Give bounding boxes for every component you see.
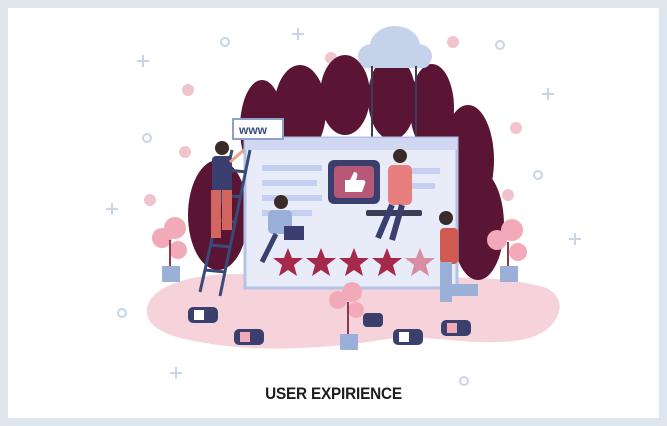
circle-icon [142, 133, 152, 143]
like-icon [234, 329, 264, 345]
circle-icon [117, 308, 127, 318]
dislike-icon [363, 313, 383, 327]
plus-icon [542, 88, 554, 100]
circle-icon [220, 37, 230, 47]
ux-illustration: www [106, 26, 581, 386]
x-icon [182, 84, 194, 96]
cloud-icon [358, 26, 432, 68]
x-icon [447, 36, 459, 48]
plus-icon [170, 367, 182, 379]
plus-icon [137, 55, 149, 67]
plus-icon [569, 233, 581, 245]
x-icon [179, 146, 191, 158]
x-icon [144, 194, 156, 206]
like-icon [441, 320, 471, 336]
caption-title: USER EXPIRIENCE [265, 384, 402, 403]
circle-icon [533, 170, 543, 180]
plus-icon [106, 203, 118, 215]
x-icon [502, 189, 514, 201]
circle-icon [495, 40, 505, 50]
plus-icon [292, 28, 304, 40]
address-bar-text: www [238, 123, 268, 137]
dislike-icon [393, 329, 423, 345]
dislike-icon [188, 307, 218, 323]
x-icon [510, 122, 522, 134]
plant-left [152, 217, 187, 282]
